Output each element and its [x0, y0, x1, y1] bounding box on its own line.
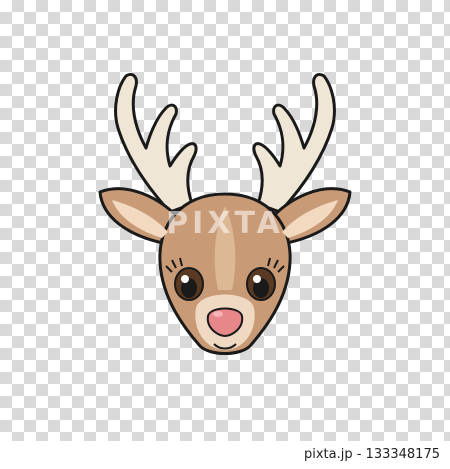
left-eye: [174, 267, 204, 301]
right-eye: [246, 267, 276, 301]
transparent-checker-background: PIXTA pixta.jp - 133348175: [0, 0, 450, 469]
footer-bar: pixta.jp - 133348175: [0, 441, 450, 469]
footer-stock-id: pixta.jp - 133348175: [303, 447, 440, 462]
watermark-text: PIXTA: [166, 206, 284, 241]
